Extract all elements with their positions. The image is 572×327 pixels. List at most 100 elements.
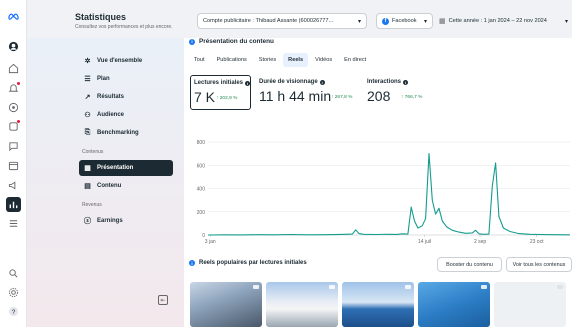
sidebar-item-label: Résultats <box>97 94 125 100</box>
menu-icon[interactable] <box>6 216 21 231</box>
metric-value: 11 h 44 min <box>259 88 332 104</box>
metric-card-watch-time[interactable]: Durée de visionnage i 11 h 44 min ↑ 267,… <box>256 75 360 110</box>
sidebar-item-plan[interactable]: ☰ Plan <box>79 71 173 87</box>
notifications-icon[interactable] <box>6 81 21 96</box>
reel-icon <box>253 285 259 289</box>
x-tick-label: 3 jan <box>205 239 216 245</box>
sidebar-item-label: Benchmarking <box>97 130 139 136</box>
tab-videos[interactable]: Vidéos <box>310 53 337 67</box>
people-icon: ⚇ <box>84 112 91 119</box>
sidebar-item-label: Vue d'ensemble <box>97 58 143 64</box>
sidebar-item-overview[interactable]: ✲ Vue d'ensemble <box>79 53 173 69</box>
svg-text:?: ? <box>12 309 16 316</box>
sidebar-item-label: Contenu <box>97 183 122 189</box>
account-avatar-icon[interactable] <box>6 39 21 54</box>
notification-dot <box>17 120 20 123</box>
metric-label-text: Durée de visionnage <box>259 79 318 85</box>
platform-selector[interactable]: f Facebook ▾ <box>376 13 433 29</box>
reel-icon <box>329 285 335 289</box>
search-icon[interactable] <box>6 266 21 281</box>
reel-icon <box>405 285 411 289</box>
section-title: i Présentation du contenu <box>189 38 274 45</box>
content-overview-panel: i Présentation du contenu Tout Publicati… <box>184 38 572 327</box>
metric-delta: ↑ 202,9 % <box>216 96 238 101</box>
sidebar-item-presentation[interactable]: ▦ Présentation <box>79 160 173 176</box>
chevron-down-icon: ▾ <box>564 18 568 25</box>
tab-all[interactable]: Tout <box>189 53 210 67</box>
sidebar-item-content[interactable]: ▤ Contenu <box>79 178 173 194</box>
x-tick-label: 23 oct <box>530 239 544 245</box>
global-nav-rail: ? <box>0 0 27 327</box>
metric-label: Lectures initiales i <box>194 80 251 86</box>
compare-icon: ⎘ <box>84 129 91 136</box>
series-line-initial-plays <box>207 153 571 236</box>
tab-publications[interactable]: Publications <box>212 53 252 67</box>
metric-card-initial-plays[interactable]: Lectures initiales i 7 K ↑ 202,9 % <box>190 75 251 110</box>
tab-stories[interactable]: Stories <box>254 53 281 67</box>
sidebar-item-earnings[interactable]: ⓢ Earnings <box>79 213 173 229</box>
account-selector-label: Compte publicitaire : Thibaud Assante (6… <box>203 18 334 24</box>
sidebar-item-benchmarking[interactable]: ⎘ Benchmarking <box>79 125 173 141</box>
reel-thumbnail[interactable] <box>190 282 262 327</box>
tab-live[interactable]: En direct <box>339 53 371 67</box>
info-icon: i <box>189 38 195 45</box>
metric-label-text: Interactions <box>367 79 402 85</box>
help-icon[interactable]: ? <box>6 304 21 319</box>
info-icon: i <box>319 79 325 85</box>
messages-icon[interactable] <box>6 139 21 154</box>
reel-icon <box>481 285 487 289</box>
metric-value: 208 <box>367 88 391 104</box>
sidebar-item-label: Audience <box>97 112 125 118</box>
reel-thumbnail[interactable] <box>418 282 490 327</box>
date-range-label: Cette année : 1 jan 2024 – 22 nov 2024 <box>448 18 547 24</box>
settings-gear-icon[interactable] <box>6 285 21 300</box>
reel-thumbnail[interactable] <box>494 282 566 327</box>
section-label-contenus: Contenus <box>82 149 104 155</box>
reel-icon <box>557 285 563 289</box>
tab-reels[interactable]: Reels <box>283 53 309 67</box>
account-selector[interactable]: Compte publicitaire : Thibaud Assante (6… <box>197 13 367 29</box>
insights-sidebar: ✲ Vue d'ensemble ☰ Plan ↗ Résultats ⚇ Au… <box>27 38 184 327</box>
table-icon: ▤ <box>84 183 91 190</box>
reel-thumbnail[interactable] <box>342 282 414 327</box>
metric-delta: ↑ 766,7 % <box>401 95 423 100</box>
list-icon: ☰ <box>84 76 91 83</box>
edit-post-icon[interactable] <box>6 119 21 134</box>
sidebar-item-audience[interactable]: ⚇ Audience <box>79 107 173 123</box>
sidebar-item-label: Earnings <box>97 218 123 224</box>
sidebar-item-label: Présentation <box>97 165 134 171</box>
page-header: Statistiques Consultez vos performances … <box>27 0 572 38</box>
metric-value: 7 K <box>194 89 216 105</box>
see-all-content-button[interactable]: Voir tous les contenus <box>506 257 572 272</box>
metric-label-text: Lectures initiales <box>194 80 244 86</box>
chevron-down-icon: ▾ <box>357 18 361 25</box>
metric-card-interactions[interactable]: Interactions i 208 ↑ 766,7 % <box>364 75 434 110</box>
insights-chart-icon[interactable] <box>6 197 21 212</box>
target-icon[interactable] <box>6 100 21 115</box>
metric-delta: ↑ 267,8 % <box>331 95 353 100</box>
calendar-icon[interactable] <box>6 158 21 173</box>
x-tick-label: 2 sep <box>474 239 486 245</box>
date-range-selector[interactable]: ▦ Cette année : 1 jan 2024 – 22 nov 2024… <box>437 13 570 29</box>
boost-content-button[interactable]: Booster du contenu <box>437 257 502 272</box>
facebook-icon: f <box>382 17 389 25</box>
ads-megaphone-icon[interactable] <box>6 178 21 193</box>
content-type-tabs: Tout Publications Stories Reels Vidéos E… <box>189 53 371 67</box>
popular-reels-title: i Reels populaires par lectures initiale… <box>189 260 307 266</box>
page-subtitle: Consultez vos performances et plus encor… <box>75 24 173 30</box>
info-icon: i <box>403 79 409 85</box>
x-tick-label: 14 juil <box>418 239 431 245</box>
chevron-down-icon: ▾ <box>423 18 427 25</box>
home-icon[interactable] <box>6 61 21 76</box>
sparkle-icon: ✲ <box>84 58 91 65</box>
sidebar-item-label: Plan <box>97 76 110 82</box>
info-icon: i <box>245 80 251 86</box>
calendar-icon: ▦ <box>439 18 446 25</box>
metric-label: Durée de visionnage i <box>259 79 325 85</box>
section-label-revenus: Revenus <box>82 202 102 208</box>
collapse-sidebar-icon[interactable]: ⇤ <box>158 295 168 305</box>
meta-logo-icon[interactable] <box>6 9 21 24</box>
reel-thumbnail[interactable] <box>266 282 338 327</box>
popular-reels-title-text: Reels populaires par lectures initiales <box>199 260 307 266</box>
sidebar-item-results[interactable]: ↗ Résultats <box>79 89 173 105</box>
